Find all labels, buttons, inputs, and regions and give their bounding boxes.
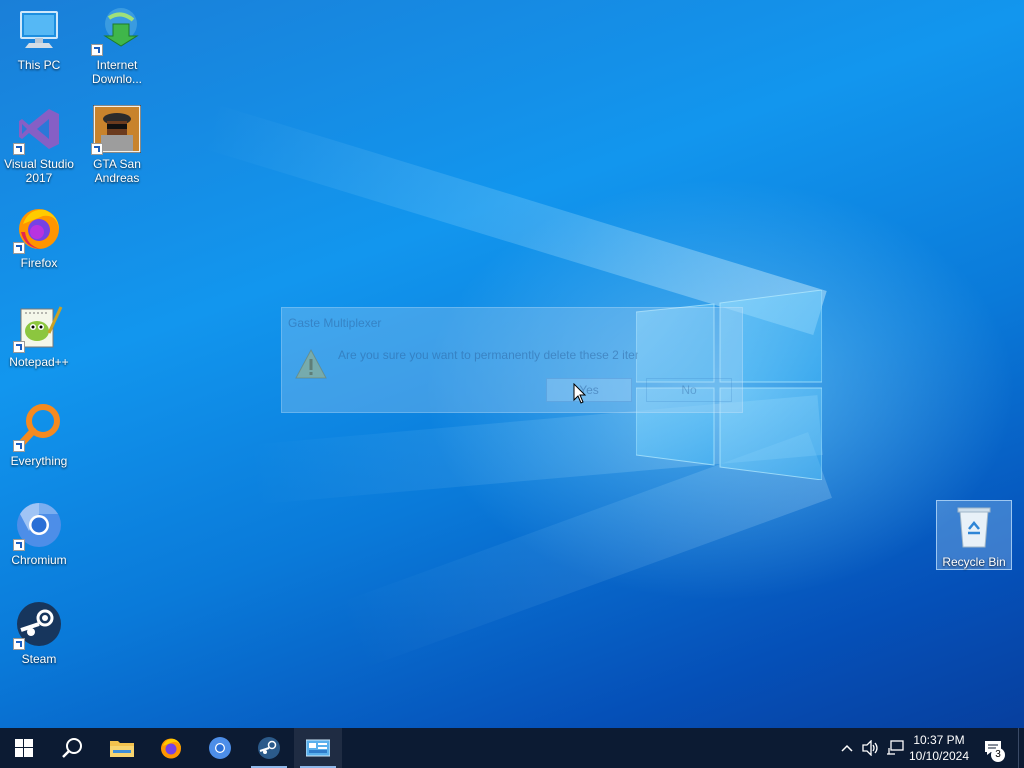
- firefox-icon: [13, 204, 63, 254]
- action-center-button[interactable]: [978, 728, 1008, 768]
- control-panel-icon: [306, 739, 330, 757]
- clock-date: 10/10/2024: [908, 749, 970, 763]
- desktop-icon-label: Chromium: [11, 553, 67, 567]
- notification-count-badge: 3: [991, 748, 1005, 762]
- taskbar: 10:37 PM 10/10/2024 3: [0, 728, 1024, 768]
- shortcut-arrow-icon: [13, 539, 25, 551]
- notepad-plus-plus-icon: [13, 303, 63, 353]
- desktop-icon-gta-san-andreas[interactable]: GTA San Andreas: [79, 99, 155, 185]
- warning-icon: [295, 348, 327, 379]
- shortcut-arrow-icon: [91, 44, 103, 56]
- firefox-icon: [161, 738, 181, 759]
- desktop-icon-label: This PC: [17, 58, 61, 72]
- desktop-icon-label: Visual Studio 2017: [4, 157, 74, 185]
- everything-search-icon: [13, 402, 63, 452]
- desktop-icon-label: Steam: [21, 652, 57, 666]
- network-icon: [887, 740, 904, 755]
- chevron-up-icon: [841, 744, 853, 752]
- shortcut-arrow-icon: [13, 242, 25, 254]
- steam-icon: [13, 600, 63, 650]
- steam-icon: [258, 737, 280, 759]
- desktop-icon-label: Internet Downlo...: [91, 58, 143, 86]
- chromium-icon: [209, 737, 231, 759]
- shortcut-arrow-icon: [91, 143, 103, 155]
- start-button[interactable]: [0, 728, 48, 768]
- desktop-icon-label: Firefox: [20, 256, 58, 270]
- taskbar-firefox[interactable]: [147, 728, 195, 768]
- no-button[interactable]: No: [646, 378, 732, 402]
- taskbar-control-panel[interactable]: [294, 728, 342, 768]
- show-desktop-button[interactable]: [1018, 728, 1024, 768]
- desktop-icon-internet-download-manager[interactable]: Internet Downlo...: [79, 0, 155, 86]
- recycle-bin-icon: [950, 503, 998, 551]
- desktop-icon-this-pc[interactable]: This PC: [1, 0, 77, 86]
- message-dialog[interactable]: Gaste Multiplexer Are you sure you want …: [281, 307, 743, 413]
- desktop-icon-everything[interactable]: Everything: [1, 396, 77, 482]
- desktop-icon-chromium[interactable]: Chromium: [1, 495, 77, 581]
- show-hidden-icons-button[interactable]: [836, 728, 858, 768]
- network-button[interactable]: [884, 728, 906, 768]
- visual-studio-icon: [13, 105, 63, 155]
- desktop-icon-visual-studio[interactable]: Visual Studio 2017: [1, 99, 77, 185]
- shortcut-arrow-icon: [13, 440, 25, 452]
- desktop-icon-label: Everything: [10, 454, 68, 468]
- desktop[interactable]: This PC Internet Downlo... Visual Studio…: [0, 0, 1024, 728]
- desktop-icon-steam[interactable]: Steam: [1, 594, 77, 680]
- desktop-icon-label: GTA San Andreas: [93, 157, 141, 185]
- internet-download-manager-icon: [91, 6, 141, 56]
- gta-san-andreas-icon: [91, 104, 142, 155]
- dialog-title: Gaste Multiplexer: [288, 316, 382, 330]
- shortcut-arrow-icon: [13, 638, 25, 650]
- desktop-icon-label: Recycle Bin: [942, 555, 1006, 569]
- windows-start-icon: [15, 739, 33, 757]
- taskbar-steam[interactable]: [245, 728, 293, 768]
- shortcut-arrow-icon: [13, 143, 25, 155]
- volume-button[interactable]: [860, 728, 882, 768]
- computer-icon: [15, 6, 63, 54]
- dialog-message: Are you sure you want to permanently del…: [338, 348, 638, 362]
- chromium-icon: [13, 501, 63, 551]
- desktop-icon-firefox[interactable]: Firefox: [1, 198, 77, 284]
- taskbar-chromium[interactable]: [196, 728, 244, 768]
- desktop-icon-label: Notepad++: [9, 355, 69, 369]
- speaker-icon: [862, 740, 878, 756]
- clock[interactable]: 10:37 PM 10/10/2024: [905, 728, 973, 768]
- mouse-cursor-icon: [573, 383, 587, 404]
- shortcut-arrow-icon: [13, 341, 25, 353]
- taskbar-file-explorer[interactable]: [98, 728, 146, 768]
- desktop-icon-notepad-plus-plus[interactable]: Notepad++: [1, 297, 77, 383]
- desktop-icon-recycle-bin[interactable]: Recycle Bin: [936, 500, 1012, 570]
- search-icon: [62, 738, 82, 758]
- search-button[interactable]: [48, 728, 96, 768]
- file-explorer-icon: [110, 741, 134, 757]
- clock-time: 10:37 PM: [913, 733, 965, 747]
- yes-button[interactable]: Yes: [546, 378, 632, 402]
